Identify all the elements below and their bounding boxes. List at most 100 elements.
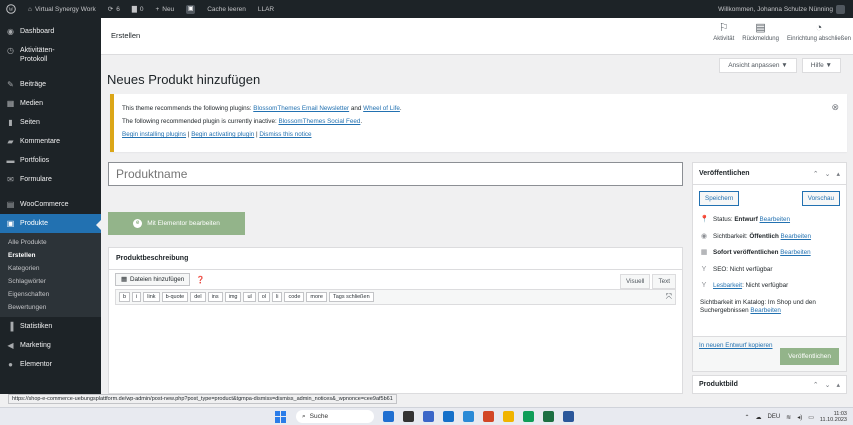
qt-bold-button[interactable]: b xyxy=(119,292,131,302)
site-name-link[interactable]: ⌂ Virtual Synergy Work xyxy=(22,0,102,18)
sidebar-item-marketing[interactable]: ◀ Marketing xyxy=(0,336,101,355)
outlook-app-icon[interactable] xyxy=(423,411,434,422)
chevron-up-icon[interactable]: ⌃ xyxy=(813,170,819,178)
woocommerce-bar-link[interactable]: ▣ xyxy=(180,0,201,18)
edit-with-elementor-button[interactable]: e Mit Elementor bearbeiten xyxy=(108,212,245,235)
qt-img-button[interactable]: img xyxy=(224,292,242,302)
volume-icon[interactable]: ◂) xyxy=(797,414,802,421)
comments-link[interactable]: ▇ 0 xyxy=(126,0,150,18)
teams-app-icon[interactable] xyxy=(563,411,574,422)
sidebar-item-dashboard[interactable]: ◉ Dashboard xyxy=(0,22,101,41)
sidebar-item-pages[interactable]: ▮ Seiten xyxy=(0,113,101,132)
portfolio-icon: ▬ xyxy=(6,156,15,165)
submenu-tags[interactable]: Schlagwörter xyxy=(0,275,101,288)
sidebar-item-elementor[interactable]: ● Elementor xyxy=(0,355,101,374)
qt-del-button[interactable]: del xyxy=(190,292,206,302)
publish-button[interactable]: Veröffentlichen xyxy=(780,348,839,365)
submenu-reviews[interactable]: Bewertungen xyxy=(0,301,101,314)
begin-activating-link[interactable]: Begin activating plugin xyxy=(191,131,254,138)
collapse-icon[interactable]: ▴ xyxy=(836,381,840,389)
account-menu[interactable]: Willkommen, Johanna Schulze Nünning xyxy=(712,0,853,18)
qt-code-button[interactable]: code xyxy=(284,292,305,302)
battery-icon[interactable]: ▭ xyxy=(808,414,814,421)
clock[interactable]: 11:03 11.10.2023 xyxy=(820,411,847,423)
edit-status-link[interactable]: Bearbeiten xyxy=(760,216,790,223)
dismiss-notice-link[interactable]: Dismiss this notice xyxy=(259,131,311,138)
chevron-up-icon[interactable]: ⌃ xyxy=(813,381,819,389)
stats-icon: ▐ xyxy=(7,322,14,331)
product-name-input[interactable] xyxy=(108,162,683,186)
activity-button[interactable]: ⚐ Aktivität xyxy=(713,22,734,42)
sidebar-item-media[interactable]: ▦ Medien xyxy=(0,94,101,113)
sidebar-item-woocommerce[interactable]: ▤ WooCommerce xyxy=(0,195,101,214)
updates-link[interactable]: ⟳ 6 xyxy=(102,0,126,18)
submenu-create[interactable]: Erstellen xyxy=(0,249,101,262)
llar-link[interactable]: LLAR xyxy=(252,0,280,18)
language-indicator[interactable]: DEU xyxy=(767,414,780,420)
sidebar-item-portfolios[interactable]: ▬ Portfolios xyxy=(0,151,101,170)
tab-visual[interactable]: Visuell xyxy=(620,274,651,289)
chrome-app-icon[interactable] xyxy=(523,411,534,422)
qt-li-button[interactable]: li xyxy=(272,292,283,302)
qt-blockquote-button[interactable]: b-quote xyxy=(161,292,189,302)
sidebar-item-forms[interactable]: ✉ Formulare xyxy=(0,170,101,189)
readability-link[interactable]: Lesbarkeit xyxy=(713,282,742,289)
taskbar-search[interactable]: ⌕ Suche xyxy=(296,410,374,423)
qt-italic-button[interactable]: i xyxy=(132,292,142,302)
help-button[interactable]: Hilfe ▼ xyxy=(801,58,841,73)
submenu-attributes[interactable]: Eigenschaften xyxy=(0,288,101,301)
finish-setup-button[interactable]: ◔ Einrichtung abschließen xyxy=(787,22,851,42)
screen-options-button[interactable]: Ansicht anpassen ▼ xyxy=(719,58,797,73)
add-media-button[interactable]: ▦ Dateien hinzufügen xyxy=(115,273,191,286)
sidebar-item-comments[interactable]: ▰ Kommentare xyxy=(0,132,101,151)
dismiss-icon[interactable]: ⊗ xyxy=(831,101,839,114)
word-app-icon[interactable] xyxy=(443,411,454,422)
visibility-label: Sichtbarkeit: xyxy=(713,232,748,240)
social-feed-plugin-link[interactable]: BlossomThemes Social Feed xyxy=(278,118,360,125)
submenu-categories[interactable]: Kategorien xyxy=(0,262,101,275)
wheel-of-life-link[interactable]: Wheel of Life xyxy=(363,105,400,112)
visibility-text: Sichtbarkeit: Öffentlich Bearbeiten xyxy=(713,233,811,242)
qt-ul-button[interactable]: ul xyxy=(243,292,256,302)
edit-visibility-link[interactable]: Bearbeiten xyxy=(781,233,811,240)
edit-catalog-link[interactable]: Bearbeiten xyxy=(750,307,780,314)
cache-clear-link[interactable]: Cache leeren xyxy=(201,0,252,18)
qt-close-tags-button[interactable]: Tags schließen xyxy=(328,292,374,302)
updates-count: 6 xyxy=(116,5,120,13)
plus-icon: + xyxy=(155,5,160,13)
preview-button[interactable]: Vorschau xyxy=(801,191,840,206)
chevron-down-icon[interactable]: ⌄ xyxy=(825,381,831,389)
fullscreen-icon[interactable]: ⤧ xyxy=(666,292,672,302)
sidebar-item-statistics[interactable]: ▐ Statistiken xyxy=(0,317,101,336)
excel-app-icon[interactable] xyxy=(543,411,554,422)
wordpress-logo-icon[interactable]: W xyxy=(0,0,22,18)
onedrive-icon[interactable]: ☁ xyxy=(755,414,761,421)
sidebar-item-posts[interactable]: ✎ Beiträge xyxy=(0,75,101,94)
windows-start-icon[interactable] xyxy=(275,410,287,423)
qt-more-button[interactable]: more xyxy=(306,292,327,302)
wifi-icon[interactable]: ≋ xyxy=(786,414,791,421)
qt-ins-button[interactable]: ins xyxy=(207,292,223,302)
help-circle-icon[interactable]: ❓ xyxy=(196,276,205,284)
collapse-icon[interactable]: ▴ xyxy=(836,170,840,178)
submenu-all-products[interactable]: Alle Produkte xyxy=(0,236,101,249)
new-content-link[interactable]: + Neu xyxy=(149,0,180,18)
edge-app-icon[interactable] xyxy=(463,411,474,422)
sidebar-item-products[interactable]: ▣ Produkte xyxy=(0,214,101,233)
tab-text[interactable]: Text xyxy=(652,274,676,289)
file-explorer-icon[interactable] xyxy=(503,411,514,422)
qt-ol-button[interactable]: ol xyxy=(257,292,271,302)
chevron-up-icon[interactable]: ⌃ xyxy=(744,414,749,421)
feedback-button[interactable]: ▤ Rückmeldung xyxy=(742,22,779,42)
newsletter-plugin-link[interactable]: BlossomThemes Email Newsletter xyxy=(253,105,349,112)
qt-link-button[interactable]: link xyxy=(143,292,160,302)
sidebar-item-activity-log[interactable]: ◷ Aktivitäten-Protokoll xyxy=(0,41,101,69)
chevron-down-icon[interactable]: ⌄ xyxy=(825,170,831,178)
powerpoint-app-icon[interactable] xyxy=(483,411,494,422)
copy-to-draft-link[interactable]: In neuen Entwurf kopieren xyxy=(699,342,773,349)
begin-installing-link[interactable]: Begin installing plugins xyxy=(122,131,186,138)
save-draft-button[interactable]: Speichern xyxy=(699,191,740,206)
browser-app-icon[interactable] xyxy=(383,411,394,422)
task-view-icon[interactable] xyxy=(403,411,414,422)
edit-schedule-link[interactable]: Bearbeiten xyxy=(780,249,810,256)
